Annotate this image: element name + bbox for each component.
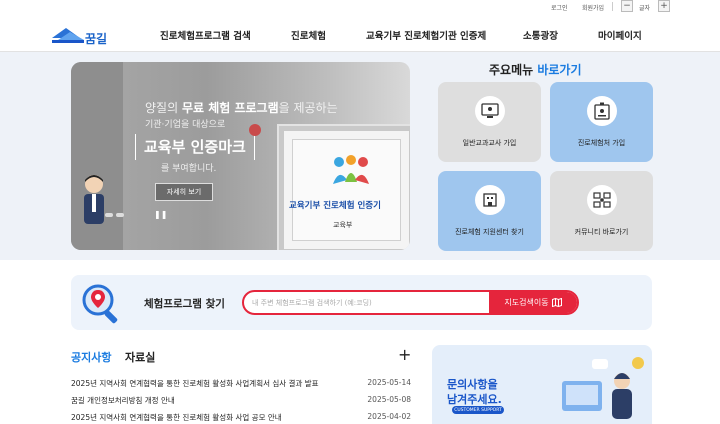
support-headline-2: 남겨주세요. — [447, 393, 502, 406]
hero-headline-2: 기관·기업을 대상으로 — [145, 120, 226, 130]
building-search-icon — [474, 185, 505, 215]
quick-menu-title: 주요메뉴 바로가기 — [489, 63, 582, 77]
support-headline-1: 문의사항을 — [447, 378, 498, 391]
hero-detail-button[interactable]: 자세히 보기 — [155, 183, 213, 201]
program-search-box: 지도검색이동 — [242, 290, 579, 315]
hero-badge-icon — [249, 124, 261, 136]
nav-community[interactable]: 소통광장 — [523, 28, 558, 42]
nav-certification[interactable]: 교육기부 진로체험기관 인증제 — [366, 28, 486, 42]
notice-date: 2025-05-14 — [367, 378, 411, 387]
program-search-input[interactable] — [252, 292, 492, 313]
tab-notice[interactable]: 공지사항 — [71, 349, 111, 365]
certificate-title: 교육기부 진로체험 인증기 — [289, 201, 381, 211]
nav-career-experience[interactable]: 진로체험 — [291, 28, 326, 42]
quick-teacher-join[interactable]: 일반교과교사 가입 — [438, 82, 541, 162]
notice-title: 2025년 지역사회 연계협력을 통한 진로체험 활성화 사업 공모 안내 — [71, 413, 282, 422]
logo-text[interactable]: 꿈길 — [85, 30, 107, 47]
quick-provider-join[interactable]: 진로체험처 가입 — [550, 82, 653, 162]
support-tag: CUSTOMER SUPPORT — [452, 406, 504, 414]
program-search-title: 체험프로그램 찾기 — [144, 298, 225, 310]
quick-center-find-label: 진로체험 지원센터 찾기 — [455, 228, 524, 236]
notice-date: 2025-04-02 — [367, 412, 411, 421]
notice-title: 꿈길 개인정보처리방침 개정 안내 — [71, 396, 175, 405]
utility-bar: 로그인 회원가입 − 글자 + — [0, 0, 720, 14]
quick-community-label: 커뮤니티 바로가기 — [574, 228, 629, 236]
hero-pause-button[interactable]: ❚❚ — [154, 210, 167, 219]
login-link[interactable]: 로그인 — [551, 3, 568, 12]
monitor-teacher-icon — [474, 96, 505, 126]
hero-headline-3: 교육부 인증마크 — [135, 134, 255, 160]
notice-title: 2025년 지역사회 연계협력을 통한 진로체험 활성화 사업계획서 심사 결과… — [71, 379, 319, 388]
magnifier-map-icon — [82, 284, 118, 324]
notice-date: 2025-05-08 — [367, 395, 411, 404]
map-search-button[interactable]: 지도검색이동 — [489, 292, 577, 313]
quick-provider-join-label: 진로체험처 가입 — [577, 139, 626, 147]
font-decrease-button[interactable]: − — [621, 0, 633, 12]
main-header: 꿈길 진로체험프로그램 검색 진로체험 교육기부 진로체험기관 인증제 소통광장… — [0, 14, 720, 52]
font-size-label: 글자 — [639, 5, 651, 12]
hero-headline-4: 를 부여합니다. — [161, 164, 217, 174]
map-search-label: 지도검색이동 — [504, 298, 549, 307]
map-icon — [551, 298, 562, 307]
tab-data-room[interactable]: 자료실 — [125, 349, 155, 365]
id-card-icon — [586, 96, 617, 126]
hero-headline-1: 양질의 무료 체험 프로그램을 제공하는 — [145, 101, 338, 115]
utility-divider — [612, 2, 613, 11]
certificate-ministry: 교육부 — [333, 221, 353, 229]
hero-banner[interactable]: 양질의 무료 체험 프로그램을 제공하는 기관·기업을 대상으로 교육부 인증마… — [71, 62, 410, 250]
quick-center-find[interactable]: 진로체험 지원센터 찾기 — [438, 171, 541, 251]
certificate-emblem-icon — [333, 155, 369, 184]
character-icon — [84, 175, 104, 224]
hero-pagination[interactable] — [105, 213, 124, 217]
notice-more-button[interactable]: + — [398, 345, 411, 364]
nav-program-search[interactable]: 진로체험프로그램 검색 — [160, 28, 251, 42]
font-increase-button[interactable]: + — [658, 0, 670, 12]
quick-teacher-join-label: 일반교과교사 가입 — [462, 139, 517, 147]
join-link[interactable]: 회원가입 — [582, 3, 604, 12]
nav-mypage[interactable]: 마이페이지 — [598, 28, 642, 42]
support-illustration-icon — [562, 357, 644, 419]
community-icon — [586, 185, 617, 215]
quick-community[interactable]: 커뮤니티 바로가기 — [550, 171, 653, 251]
